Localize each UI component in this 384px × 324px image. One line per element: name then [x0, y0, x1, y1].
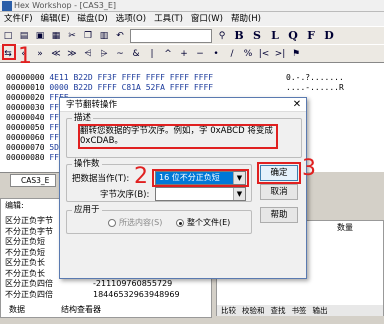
menu-disk[interactable]: 磁盘(D): [74, 12, 112, 26]
inspector-type[interactable]: 区分正负四倍: [5, 279, 53, 290]
toolbar-operations: ⇆ « » ≪ ≫ ⩤ ⩥ ~ & | ^ + − • / % |< >| ⚑: [0, 44, 384, 62]
annotation-number-1: 1: [18, 44, 32, 69]
toolbar-dropdown[interactable]: [130, 28, 212, 43]
tab-output[interactable]: 输出: [313, 305, 328, 316]
treat-as-label: 把数据当作(T):: [72, 174, 130, 184]
xor-icon[interactable]: ^: [161, 47, 175, 61]
rotate-right-icon[interactable]: ≫: [65, 47, 79, 61]
inspector-value[interactable]: 18446532963948969: [93, 290, 180, 301]
open-icon[interactable]: ▤: [17, 29, 31, 43]
menu-bar: 文件(F) 编辑(E) 磁盘(D) 选项(O) 工具(T) 窗口(W) 帮助(H…: [0, 12, 384, 26]
window-title: Hex Workshop - [CAS3_E]: [14, 1, 117, 10]
goto-end-icon[interactable]: >|: [273, 47, 287, 61]
radio-selection[interactable]: [108, 219, 116, 227]
tool-q-icon[interactable]: Q: [285, 29, 301, 43]
ascii-row[interactable]: ....-......R: [286, 83, 344, 93]
block-right-icon[interactable]: ⩥: [97, 47, 111, 61]
multiply-icon[interactable]: •: [209, 47, 223, 61]
tab-cas3-e[interactable]: CAS3_E: [10, 174, 56, 187]
tab-find[interactable]: 查找: [271, 305, 286, 316]
results-tabs: 比较 校验和 查找 书签 输出: [217, 305, 383, 316]
or-icon[interactable]: |: [145, 47, 159, 61]
radio-entire-file[interactable]: [176, 219, 184, 227]
cut-icon[interactable]: ✂: [65, 29, 79, 43]
goto-start-icon[interactable]: |<: [257, 47, 271, 61]
menu-tools[interactable]: 工具(T): [150, 12, 187, 26]
toolbar-main: □ ▤ ▣ ▦ ✂ ❐ ▥ ↶ ⚲ B S L Q F D: [0, 26, 384, 44]
tab-checksum[interactable]: 校验和: [242, 305, 265, 316]
inspector-type[interactable]: 不分正负短: [5, 248, 45, 259]
new-file-icon[interactable]: □: [1, 29, 15, 43]
mod-icon[interactable]: %: [241, 47, 255, 61]
operand-group-label: 操作数: [72, 159, 102, 169]
menu-edit[interactable]: 编辑(E): [37, 12, 74, 26]
menu-options[interactable]: 选项(O): [112, 12, 150, 26]
byte-order-label: 字节次序(B):: [100, 190, 150, 200]
rotate-left-icon[interactable]: ≪: [49, 47, 63, 61]
bookmark-icon[interactable]: ⚑: [289, 47, 303, 61]
copy-icon[interactable]: ❐: [81, 29, 95, 43]
highlight-box-combo: [152, 169, 249, 187]
column-count[interactable]: 数量: [337, 222, 353, 233]
paste-icon[interactable]: ▥: [97, 29, 111, 43]
dialog-title: 字节翻转操作: [60, 98, 306, 112]
inverse-icon[interactable]: ~: [113, 47, 127, 61]
menu-window[interactable]: 窗口(W): [187, 12, 227, 26]
inspector-type[interactable]: 区分正负短: [5, 237, 45, 248]
find-icon[interactable]: ⚲: [215, 29, 229, 43]
cancel-button[interactable]: 取消: [260, 184, 298, 200]
inspector-type[interactable]: 区分正负字节: [5, 216, 53, 227]
chevron-down-icon[interactable]: ▼: [233, 188, 245, 200]
and-icon[interactable]: &: [129, 47, 143, 61]
title-bar: Hex Workshop - [CAS3_E]: [0, 0, 384, 12]
plus-icon[interactable]: +: [177, 47, 191, 61]
inspector-header: 编辑:: [5, 201, 24, 210]
byte-flip-dialog: 字节翻转操作 ✕ 描述 翻转您数据的字节次序。例如，字 0xABCD 将变成 0…: [59, 97, 307, 279]
radio-entire-file-label: 整个文件(E): [187, 218, 231, 227]
tab-data[interactable]: 数据: [9, 305, 25, 316]
apply-group-label: 应用于: [72, 205, 102, 215]
inspector-type[interactable]: 不分正负字节: [5, 227, 53, 238]
inspector-type[interactable]: 区分正负长: [5, 258, 45, 269]
radio-selection-label: 所选内容(S): [119, 218, 163, 227]
tool-b-icon[interactable]: B: [231, 29, 247, 43]
hex-row[interactable]: 00000010 0000 B22D FFFF C81A 52FA FFFF F…: [6, 83, 213, 93]
highlight-box-toolbar: [2, 44, 16, 60]
byte-order-select[interactable]: ▼: [155, 187, 246, 201]
undo-icon[interactable]: ↶: [113, 29, 127, 43]
inspector-value[interactable]: -211109760855729: [93, 279, 172, 290]
close-icon[interactable]: ✕: [290, 99, 304, 111]
menu-help[interactable]: 帮助(H): [227, 12, 265, 26]
inspector-type[interactable]: 不分正负长: [5, 269, 45, 280]
tab-bookmarks[interactable]: 书签: [292, 305, 307, 316]
highlight-box-description: [78, 124, 278, 149]
annotation-number-3: 3: [302, 156, 316, 181]
block-left-icon[interactable]: ⩤: [81, 47, 95, 61]
print-icon[interactable]: ▦: [49, 29, 63, 43]
tool-l-icon[interactable]: L: [267, 29, 283, 43]
highlight-box-ok: [257, 162, 301, 184]
hex-row[interactable]: 00000000 4E11 B22D FF3F FFFF FFFF FFFF F…: [6, 73, 213, 83]
save-icon[interactable]: ▣: [33, 29, 47, 43]
minus-icon[interactable]: −: [193, 47, 207, 61]
tab-compare[interactable]: 比较: [221, 305, 236, 316]
description-group-label: 描述: [72, 113, 94, 123]
tool-f-icon[interactable]: F: [303, 29, 319, 43]
divide-icon[interactable]: /: [225, 47, 239, 61]
app-icon: [2, 1, 12, 11]
inspector-type[interactable]: 不分正负四倍: [5, 290, 53, 301]
tool-s-icon[interactable]: S: [249, 29, 265, 43]
menu-file[interactable]: 文件(F): [0, 12, 37, 26]
tab-structure-viewer[interactable]: 结构查看器: [61, 305, 101, 316]
tool-d-icon[interactable]: D: [321, 29, 337, 43]
shift-right-icon[interactable]: »: [33, 47, 47, 61]
annotation-number-2: 2: [134, 164, 148, 189]
help-button[interactable]: 帮助: [260, 207, 298, 223]
ascii-row[interactable]: 0.-.?.......: [286, 73, 344, 83]
